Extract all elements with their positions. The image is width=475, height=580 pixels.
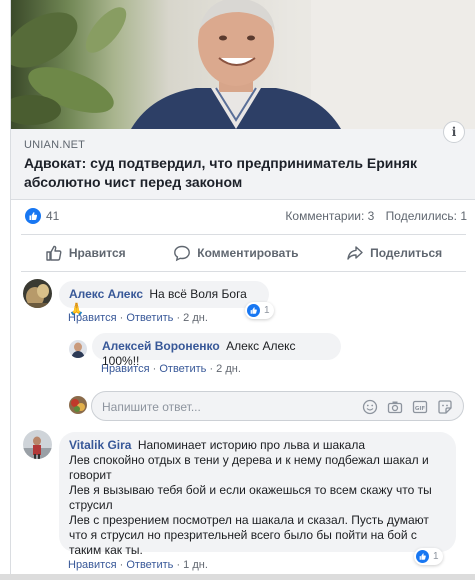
like-reaction-icon: [416, 550, 429, 563]
camera-icon[interactable]: [386, 398, 404, 416]
gif-icon[interactable]: GIF: [411, 398, 429, 416]
svg-text:GIF: GIF: [415, 406, 426, 412]
comments-count[interactable]: Комментарии: 3: [285, 209, 374, 223]
emoji-icon[interactable]: [361, 398, 379, 416]
reply-box: GIF: [91, 391, 464, 421]
comment-timestamp[interactable]: 2 дн.: [216, 363, 241, 375]
like-count[interactable]: 41: [46, 209, 59, 223]
share-icon: [347, 246, 363, 260]
reply-input[interactable]: [102, 398, 322, 415]
comment-icon: [174, 245, 191, 262]
comment-author[interactable]: Алекс Алекс: [69, 287, 143, 301]
comment-bubble: Алексей Вороненко Алекс Алекс 100%!!: [92, 333, 341, 368]
link-preview-meta[interactable]: UNIAN.NET Адвокат: суд подтвердил, что п…: [11, 129, 475, 200]
like-reaction-icon: [247, 304, 260, 317]
comment-text-line: Лев я вызываю тебя бой и если окажешься …: [69, 483, 432, 497]
comment-text-line: Лев спокойно отдых в тени у дерева и к н…: [69, 453, 429, 467]
comment-text-line: говорит: [69, 468, 112, 482]
comment-reaction-count[interactable]: 1: [414, 548, 443, 565]
post-actions: Нравится Комментировать Поделиться: [21, 234, 466, 272]
thumbs-up-icon: [46, 245, 62, 261]
comment-like-link[interactable]: Нравится: [101, 363, 150, 375]
reactions-bar: 41 Комментарии: 3 Поделились: 1: [11, 200, 475, 230]
comment-reaction-count[interactable]: 1: [245, 302, 274, 319]
link-headline[interactable]: Адвокат: суд подтвердил, что предпринима…: [24, 154, 444, 192]
comment-meta: Нравится · Ответить · 2 дн.: [68, 312, 208, 324]
avatar[interactable]: [69, 340, 87, 358]
avatar: [69, 396, 87, 414]
comment-text-line: Лев с презрением посмотрел на шакала и с…: [69, 513, 429, 527]
shares-count[interactable]: Поделились: 1: [386, 209, 467, 223]
comment-button[interactable]: Комментировать: [173, 244, 299, 262]
share-button-label: Поделиться: [370, 246, 443, 260]
comment-meta: Нравится · Ответить · 1 дн.: [68, 559, 208, 571]
comment-author[interactable]: Vitalik Gira: [69, 438, 131, 452]
comment-bubble: Алекс Алекс На всё Воля Бога 🙏: [59, 281, 269, 316]
post-card: UNIAN.NET Адвокат: суд подтвердил, что п…: [10, 0, 475, 580]
comment-timestamp[interactable]: 1 дн.: [183, 559, 208, 571]
sticker-icon[interactable]: [436, 398, 454, 416]
comment-timestamp[interactable]: 2 дн.: [183, 312, 208, 324]
like-button-label: Нравится: [68, 246, 126, 260]
comment-bubble: Vitalik Gira Напоминает историю про льва…: [59, 432, 456, 557]
like-button[interactable]: Нравится: [45, 244, 126, 262]
info-icon[interactable]: i: [443, 121, 465, 143]
comment-reply-link[interactable]: Ответить: [159, 363, 206, 375]
link-preview-image[interactable]: [11, 0, 475, 129]
post-stats: Комментарии: 3 Поделились: 1: [277, 209, 467, 223]
portrait-photo: [11, 0, 475, 129]
avatar[interactable]: [23, 430, 52, 459]
comment-button-label: Комментировать: [197, 246, 299, 260]
comment-like-link[interactable]: Нравится: [68, 312, 117, 324]
comment-like-link[interactable]: Нравится: [68, 559, 117, 571]
comment-text-line: Напоминает историю про льва и шакала: [137, 438, 366, 452]
comment-reply-link[interactable]: Ответить: [126, 312, 173, 324]
comment-meta: Нравится · Ответить · 2 дн.: [101, 363, 241, 375]
avatar[interactable]: [23, 279, 52, 308]
like-reaction-icon[interactable]: [25, 208, 41, 224]
window-bottom-edge: [0, 574, 475, 580]
comment-text-line: струсил: [69, 498, 113, 512]
comment-text-line: таким как ты.: [69, 543, 143, 557]
comment-author[interactable]: Алексей Вороненко: [102, 339, 220, 353]
share-button[interactable]: Поделиться: [346, 244, 442, 262]
comment-reply-link[interactable]: Ответить: [126, 559, 173, 571]
comment-text-line: что я струсил но презрительней всего был…: [69, 528, 417, 542]
link-source: UNIAN.NET: [24, 139, 86, 151]
